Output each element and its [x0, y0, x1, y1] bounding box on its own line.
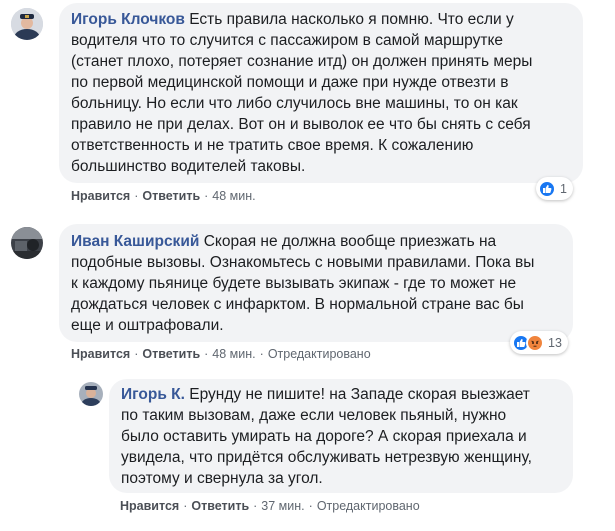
comment-text-line: правило не при делах. Вот он и выволок е… [71, 116, 531, 133]
reaction-count: 13 [548, 335, 562, 350]
avatar-photo-icon [11, 8, 43, 40]
avatar-photo-icon [79, 382, 103, 406]
comment-text-line: Скорая не должна вообще приезжать на [203, 233, 497, 250]
like-link[interactable]: Нравится [71, 189, 130, 203]
comment-text-line: большинство водителей таковы. [71, 158, 306, 175]
like-icon [538, 179, 556, 198]
comment-timestamp[interactable]: 48 мин. [212, 189, 255, 203]
comment-bubble: Игорь Клочков Есть правила насколько я п… [59, 3, 583, 183]
comment-text-line: поэтому и свернула за угол. [121, 470, 323, 487]
comment-actions: Нравится · Ответить · 48 мин. · Отредактирован… [71, 347, 371, 361]
comment-text-line: к каждому пьянице будете вызывать экипаж… [71, 275, 517, 292]
comment-timestamp[interactable]: 48 мин. [212, 347, 255, 361]
angry-icon [526, 333, 544, 352]
comment-bubble: Иван Каширский Скорая не должна вообще п… [59, 224, 573, 342]
comment-text-line: Есть правила насколько я помню. Что если… [189, 11, 514, 28]
comment-text-line: по таким вызовам, даже если человек пьян… [121, 407, 507, 424]
comment-text-line: подобные вызовы. Ознакомьтесь с новыми п… [71, 254, 535, 271]
comment-text-line: водителя что то случится с пассажиром в … [71, 32, 504, 49]
comment-author[interactable]: Иван Каширский [71, 233, 199, 250]
comment-text-line: по первой медицинской помощи и даже при … [71, 74, 509, 91]
like-link[interactable]: Нравится [120, 499, 179, 513]
reply-link[interactable]: Ответить [142, 189, 200, 203]
reaction-summary[interactable]: 1 [536, 177, 573, 200]
reaction-count: 1 [560, 181, 567, 196]
comment-text-line: увидела, что придётся обслуживать нетрез… [121, 449, 532, 466]
reply-link[interactable]: Ответить [191, 499, 249, 513]
avatar[interactable] [11, 227, 43, 259]
comment-bubble: Игорь К. Ерунду не пишите! на Западе ско… [109, 379, 573, 493]
avatar[interactable] [11, 8, 43, 40]
comment-author[interactable]: Игорь Клочков [71, 11, 185, 28]
comment-text-line: (станет плохо, потеряет сознание итд) он… [71, 53, 533, 70]
comment-text-line: было оставить умирать на дороге? А скора… [121, 428, 527, 445]
edited-label[interactable]: Отредактировано [268, 347, 371, 361]
comment-text-line: еще и оштрафовали. [71, 317, 224, 334]
comment-text-line: больницу. Но если что либо случилось вне… [71, 95, 518, 112]
avatar[interactable] [79, 382, 103, 406]
edited-label[interactable]: Отредактировано [317, 499, 420, 513]
comment-text-line: ответственность и не тратить свое время.… [71, 137, 474, 154]
avatar-photo-icon [11, 227, 43, 259]
comment-timestamp[interactable]: 37 мин. [261, 499, 304, 513]
reply-link[interactable]: Ответить [142, 347, 200, 361]
like-link[interactable]: Нравится [71, 347, 130, 361]
comment-author[interactable]: Игорь К. [121, 386, 185, 403]
reaction-summary[interactable]: 13 [510, 331, 568, 354]
comment-actions: Нравится · Ответить · 37 мин. · Отредактирован… [120, 499, 420, 513]
comment-text-line: дождаться человек с инфарктом. В нормаль… [71, 296, 524, 313]
comment-actions: Нравится · Ответить · 48 мин. [71, 189, 256, 203]
comment-text-line: Ерунду не пишите! на Западе скорая выезж… [189, 386, 530, 403]
